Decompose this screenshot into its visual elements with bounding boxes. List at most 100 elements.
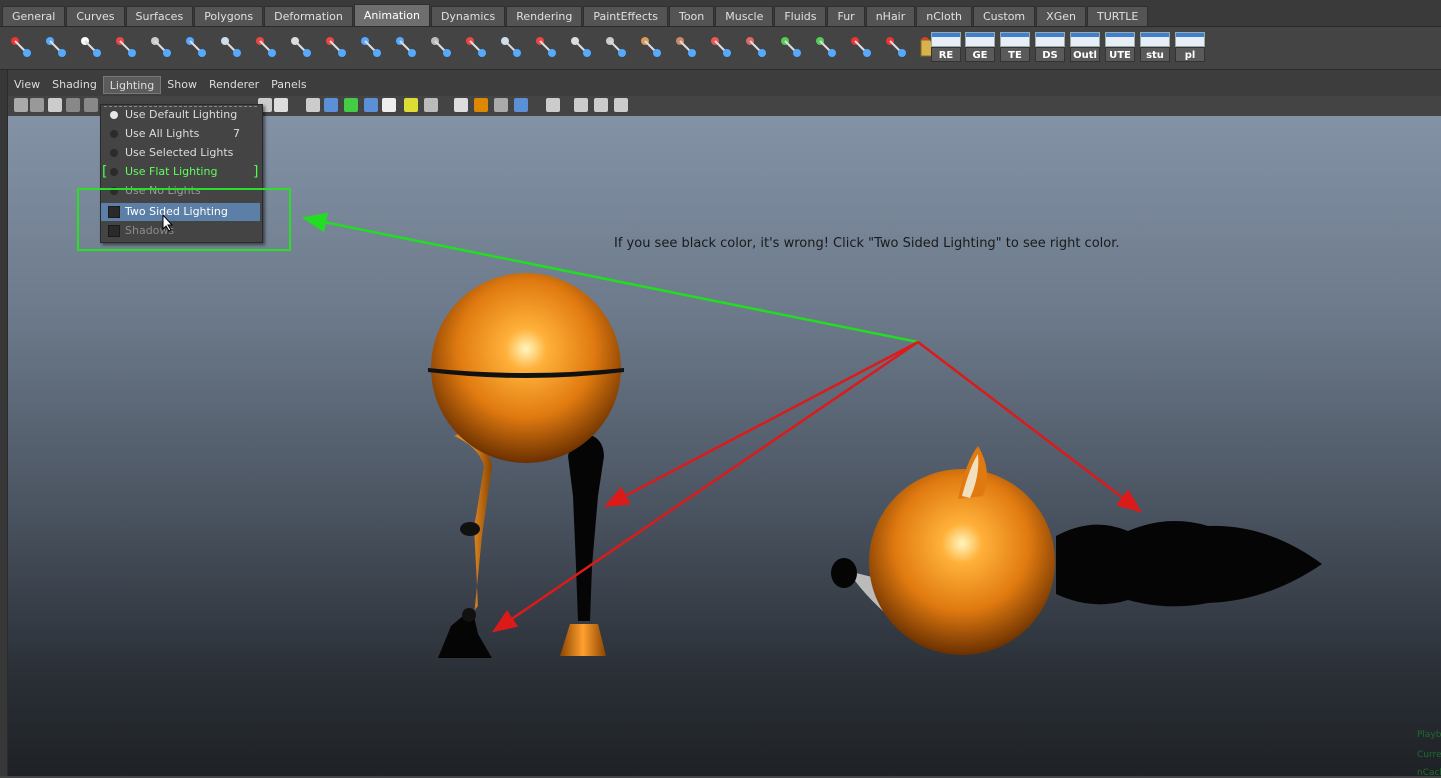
- shelf-button-te[interactable]: TE: [1000, 32, 1030, 63]
- bookmark-icon[interactable]: [48, 98, 62, 112]
- shelf-tab-painteffects[interactable]: PaintEffects: [583, 6, 668, 26]
- pole-vector-icon[interactable]: [391, 32, 421, 62]
- smooth-shade-icon[interactable]: [324, 98, 338, 112]
- highlight-box: [77, 188, 291, 251]
- skin-bind-icon[interactable]: [111, 32, 141, 62]
- ambient-occlusion-icon[interactable]: [474, 98, 488, 112]
- instruction-note: If you see black color, it's wrong! Clic…: [614, 236, 1120, 251]
- camera-icon[interactable]: [14, 98, 28, 112]
- shelf-tab-dynamics[interactable]: Dynamics: [430, 6, 506, 26]
- wireframe-on-shaded-icon[interactable]: [344, 98, 358, 112]
- shelf-tab-muscle[interactable]: Muscle: [715, 6, 774, 26]
- character-icon[interactable]: [181, 32, 211, 62]
- paint-weights-icon[interactable]: [741, 32, 771, 62]
- ik-handle-icon[interactable]: [41, 32, 71, 62]
- textured-icon[interactable]: [364, 98, 378, 112]
- grid-toggle-icon[interactable]: [84, 98, 98, 112]
- ik-red-icon[interactable]: [251, 32, 281, 62]
- shelf-tab-general[interactable]: General: [2, 6, 66, 26]
- joint-chain-icon[interactable]: [216, 32, 246, 62]
- shelf-tab-ncloth[interactable]: nCloth: [916, 6, 972, 26]
- lattice-icon[interactable]: [461, 32, 491, 62]
- menu-item-use-all-lights[interactable]: Use All Lights 7: [101, 125, 260, 143]
- shelf-button-pl[interactable]: pl: [1175, 32, 1205, 63]
- wrap-icon[interactable]: [496, 32, 526, 62]
- shelf-tab-fluids[interactable]: Fluids: [774, 6, 827, 26]
- walker-character[interactable]: [428, 273, 624, 658]
- shelf-tab-polygons[interactable]: Polygons: [194, 6, 264, 26]
- menu-item-use-default-lighting[interactable]: Use Default Lighting: [101, 106, 260, 124]
- axis-icon[interactable]: [531, 32, 561, 62]
- shelf-button-re[interactable]: RE: [931, 32, 961, 63]
- shelf-button-stu[interactable]: stu: [1140, 32, 1170, 63]
- light-bulb-icon[interactable]: [404, 98, 418, 112]
- mouse-cursor-icon: [162, 214, 174, 232]
- insert-joint-icon[interactable]: [356, 32, 386, 62]
- shelf-tab-rendering[interactable]: Rendering: [506, 6, 583, 26]
- mirror-joint-icon[interactable]: [286, 32, 316, 62]
- skin-smooth-icon[interactable]: [146, 32, 176, 62]
- select-icon[interactable]: [546, 98, 560, 112]
- bracket-icon[interactable]: [566, 32, 596, 62]
- isolate-icon[interactable]: [574, 98, 588, 112]
- orient-joint-icon[interactable]: [321, 32, 351, 62]
- shelf-button-ge[interactable]: GE: [965, 32, 995, 63]
- shelf-tab-toon[interactable]: Toon: [668, 6, 715, 26]
- python-icon: [1140, 32, 1170, 47]
- fox-character[interactable]: [831, 446, 1322, 655]
- joint-tool-icon[interactable]: [6, 32, 36, 62]
- xray-joints-icon[interactable]: [614, 98, 628, 112]
- menu-view[interactable]: View: [8, 76, 46, 94]
- shelf-tab-fur[interactable]: Fur: [827, 6, 865, 26]
- shelf-button-label: pl: [1175, 47, 1205, 62]
- cluster-icon[interactable]: [426, 32, 456, 62]
- aa-icon[interactable]: [514, 98, 528, 112]
- shadows-icon[interactable]: [454, 98, 468, 112]
- grid-icon[interactable]: [706, 32, 736, 62]
- menu-renderer[interactable]: Renderer: [203, 76, 265, 94]
- window-icon: [1070, 32, 1100, 47]
- camera-attr-icon[interactable]: [30, 98, 44, 112]
- shelf-button-outl[interactable]: Outl: [1070, 32, 1100, 63]
- radio-icon: [110, 149, 118, 157]
- image-plane-icon[interactable]: [66, 98, 80, 112]
- star-icon[interactable]: [811, 32, 841, 62]
- skeleton-icon[interactable]: [601, 32, 631, 62]
- shelf-tab-animation[interactable]: Animation: [353, 4, 430, 26]
- text-icon[interactable]: [274, 98, 288, 112]
- shelf-tab-deformation[interactable]: Deformation: [264, 6, 353, 26]
- radio-selected-icon: [110, 111, 118, 119]
- python-icon: [1175, 32, 1205, 47]
- shelf-tab-xgen[interactable]: XGen: [1036, 6, 1086, 26]
- shelf-button-label: UTE: [1105, 47, 1135, 62]
- menu-show[interactable]: Show: [161, 76, 203, 94]
- menu-shading[interactable]: Shading: [46, 76, 103, 94]
- menu-item-use-flat-lighting[interactable]: [ Use Flat Lighting ]: [101, 163, 260, 181]
- shelf-tab-surfaces[interactable]: Surfaces: [125, 6, 194, 26]
- shelf-tab-custom[interactable]: Custom: [973, 6, 1036, 26]
- wireframe-icon[interactable]: [306, 98, 320, 112]
- ik-spline-icon[interactable]: [76, 32, 106, 62]
- xray-icon[interactable]: [594, 98, 608, 112]
- menu-item-use-selected-lights[interactable]: Use Selected Lights: [101, 144, 260, 162]
- checker-icon[interactable]: [382, 98, 396, 112]
- panel-left-strip: [0, 70, 8, 776]
- panel-menu-bar: View Shading Lighting Show Renderer Pane…: [8, 76, 313, 96]
- shelf-tab-turtle[interactable]: TURTLE: [1086, 6, 1149, 26]
- sphere-icon[interactable]: [424, 98, 438, 112]
- menu-panels[interactable]: Panels: [265, 76, 312, 94]
- face-icon[interactable]: [671, 32, 701, 62]
- radio-icon: [110, 130, 118, 138]
- paint-brush-icon[interactable]: [776, 32, 806, 62]
- shelf-button-ute[interactable]: UTE: [1105, 32, 1135, 63]
- shelf-button-label: TE: [1000, 47, 1030, 62]
- motion-blur-icon[interactable]: [494, 98, 508, 112]
- shelf-button-ds[interactable]: DS: [1035, 32, 1065, 63]
- shelf-tab-curves[interactable]: Curves: [66, 6, 125, 26]
- head-icon[interactable]: [636, 32, 666, 62]
- constraint-icon[interactable]: [881, 32, 911, 62]
- menu-lighting[interactable]: Lighting: [102, 76, 162, 94]
- shelf-tab-nhair[interactable]: nHair: [865, 6, 916, 26]
- shelf-tab-bar: General Curves Surfaces Polygons Deformation…: [0, 0, 1441, 27]
- locator-icon[interactable]: [846, 32, 876, 62]
